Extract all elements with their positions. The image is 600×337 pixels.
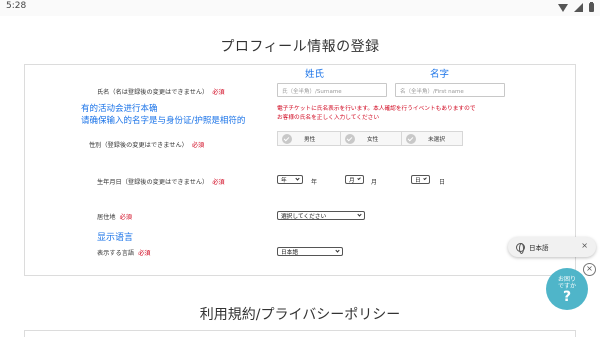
globe-icon [516, 242, 525, 254]
required-badge: 必須 [212, 179, 225, 186]
chevron-down-icon [335, 248, 340, 253]
chevron-down-icon [295, 176, 300, 181]
display-lang-caption: 显示语言 [97, 233, 134, 243]
year-unit: 年 [311, 179, 318, 186]
birth-day-select[interactable]: 日 [411, 175, 430, 184]
wifi-icon [558, 3, 568, 12]
name-label: 氏名（名は登録後の変更はできません） 必須 [97, 89, 225, 96]
birth-year-select[interactable]: 年 [277, 175, 303, 184]
page-title: プロフィール情報の登録 [220, 39, 380, 55]
birth-month-select[interactable]: 月 [345, 175, 364, 184]
language-switcher-label: 日本語 [529, 244, 549, 252]
surname-caption: 姓氏 [305, 69, 325, 80]
close-help-icon[interactable]: × [583, 263, 596, 276]
status-time: 5:28 [6, 1, 27, 11]
status-bar: 5:28 [0, 0, 600, 16]
required-badge: 必須 [119, 214, 132, 221]
terms-section-title: 利用規約/プライバシーポリシー [199, 307, 401, 323]
display-lang-select[interactable]: 日本語 [277, 247, 343, 256]
signal-icon [574, 3, 583, 12]
birthdate-label: 生年月日（登録後の変更はできません） 必須 [97, 179, 225, 186]
firstname-input[interactable]: 名（全半角）/First name [395, 83, 505, 97]
month-unit: 月 [371, 179, 378, 186]
name-warning: 電子チケットに氏名表示を行います。本人確認を行うイベントもありますので お客様の… [277, 106, 476, 121]
language-switcher[interactable]: 日本語 × [508, 237, 596, 257]
note-line1: 有的活动会进行本确 [81, 104, 158, 114]
close-icon[interactable]: × [581, 241, 588, 250]
firstname-caption: 名字 [430, 69, 450, 80]
chevron-down-icon [357, 212, 362, 217]
page: プロフィール情報の登録 氏名（名は登録後の変更はできません） 必須 姓氏 名字 氏… [0, 16, 600, 337]
question-icon: ? [562, 289, 572, 305]
check-icon [345, 133, 355, 144]
residence-select[interactable]: 選択してください [277, 211, 365, 220]
surname-input[interactable]: 氏（全半角）/Surname [277, 83, 387, 97]
gender-option-male[interactable]: 男性 [277, 131, 341, 146]
help-chat-button[interactable]: お困り ですか ? [546, 268, 588, 310]
gender-label: 性別（登録後の変更はできません） 必須 [89, 142, 205, 149]
gender-option-female[interactable]: 女性 [340, 131, 402, 146]
status-icons [558, 2, 594, 12]
chevron-down-icon [356, 176, 361, 181]
profile-form: 氏名（名は登録後の変更はできません） 必須 姓氏 名字 氏（全半角）/Surnam… [24, 64, 576, 276]
note-line2: 请确保输入的名字是与身份证/护照是相符的 [81, 116, 246, 126]
chevron-down-icon [422, 176, 427, 181]
battery-icon [589, 2, 594, 12]
check-icon [282, 133, 292, 144]
required-badge: 必須 [191, 142, 205, 149]
gender-option-unselected[interactable]: 未選択 [401, 131, 463, 146]
required-badge: 必須 [212, 89, 225, 96]
day-unit: 日 [439, 179, 446, 186]
display-lang-label: 表示する言語 必須 [97, 250, 151, 257]
residence-label: 居住地 必須 [97, 214, 132, 221]
terms-box [24, 330, 576, 337]
required-badge: 必須 [138, 250, 151, 257]
check-icon [406, 133, 416, 144]
